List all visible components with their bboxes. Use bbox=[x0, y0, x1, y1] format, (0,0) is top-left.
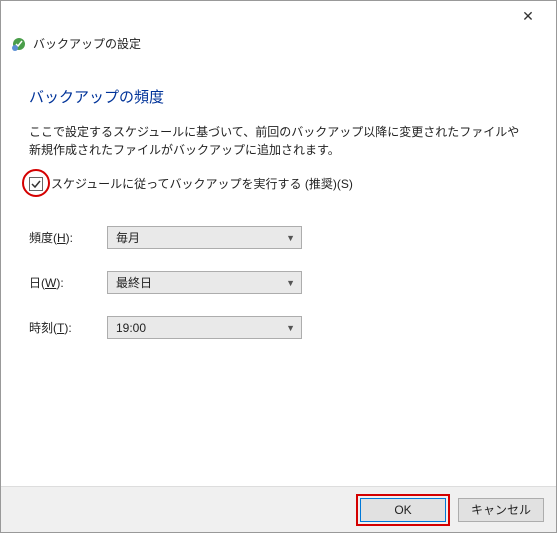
frequency-label: 頻度(H): bbox=[29, 229, 107, 246]
close-icon: ✕ bbox=[522, 8, 534, 25]
page-heading: バックアップの頻度 bbox=[29, 86, 528, 107]
chevron-down-icon: ▼ bbox=[286, 323, 295, 333]
schedule-checkbox-label: スケジュールに従ってバックアップを実行する (推奨)(S) bbox=[51, 175, 353, 192]
button-bar: OK キャンセル bbox=[1, 486, 556, 532]
frequency-select[interactable]: 毎月 ▼ bbox=[107, 226, 302, 249]
title-bar: ✕ bbox=[1, 1, 556, 31]
schedule-checkbox[interactable] bbox=[29, 177, 43, 191]
chevron-down-icon: ▼ bbox=[286, 233, 295, 243]
chevron-down-icon: ▼ bbox=[286, 278, 295, 288]
backup-icon bbox=[11, 36, 27, 52]
content-area: バックアップの頻度 ここで設定するスケジュールに基づいて、前回のバックアップ以降… bbox=[1, 62, 556, 371]
day-value: 最終日 bbox=[116, 274, 152, 291]
day-row: 日(W): 最終日 ▼ bbox=[29, 271, 528, 294]
header-row: バックアップの設定 bbox=[1, 31, 556, 62]
frequency-value: 毎月 bbox=[116, 229, 140, 246]
frequency-row: 頻度(H): 毎月 ▼ bbox=[29, 226, 528, 249]
ok-button[interactable]: OK bbox=[360, 498, 446, 522]
time-row: 時刻(T): 19:00 ▼ bbox=[29, 316, 528, 339]
window-title: バックアップの設定 bbox=[33, 35, 141, 52]
time-select[interactable]: 19:00 ▼ bbox=[107, 316, 302, 339]
ok-highlight-box: OK bbox=[356, 494, 450, 526]
day-label: 日(W): bbox=[29, 274, 107, 291]
time-value: 19:00 bbox=[116, 321, 146, 335]
close-button[interactable]: ✕ bbox=[508, 2, 548, 30]
schedule-checkbox-row: スケジュールに従ってバックアップを実行する (推奨)(S) bbox=[29, 175, 528, 192]
time-label: 時刻(T): bbox=[29, 319, 107, 336]
checkmark-icon bbox=[31, 179, 41, 189]
description-text: ここで設定するスケジュールに基づいて、前回のバックアップ以降に変更されたファイル… bbox=[29, 123, 528, 159]
day-select[interactable]: 最終日 ▼ bbox=[107, 271, 302, 294]
cancel-button[interactable]: キャンセル bbox=[458, 498, 544, 522]
